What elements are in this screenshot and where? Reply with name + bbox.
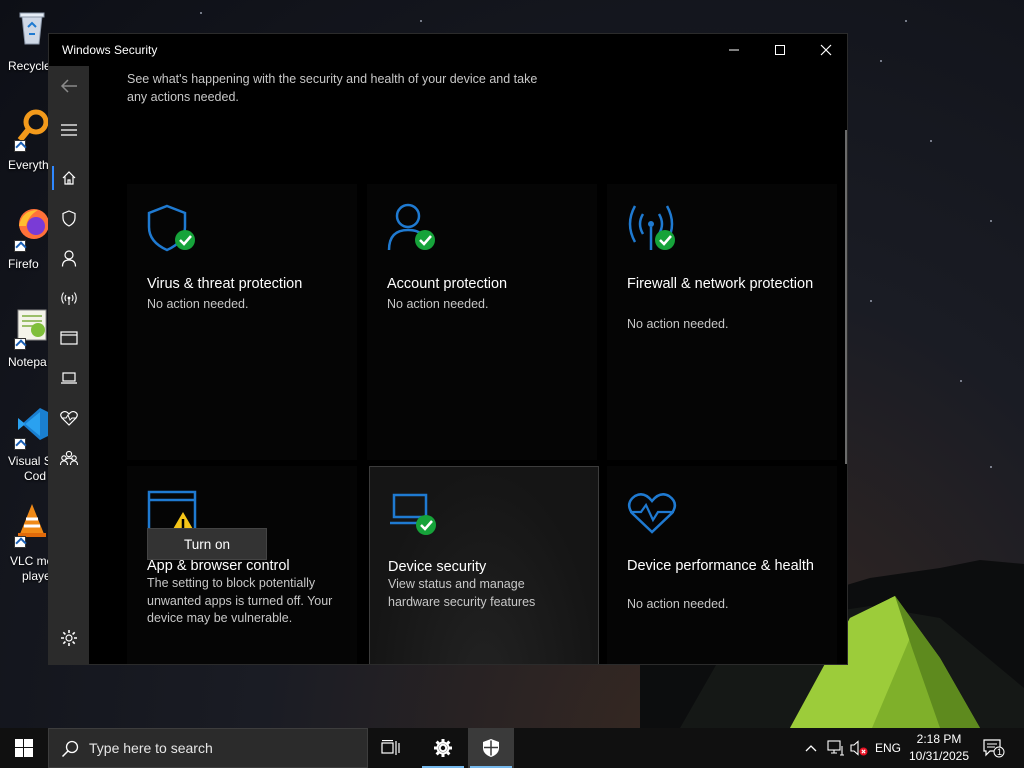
antenna-icon xyxy=(61,292,77,305)
settings-gear-icon xyxy=(434,739,452,757)
laptop-check-icon xyxy=(390,493,436,535)
start-button[interactable] xyxy=(0,728,48,768)
shield-check-icon xyxy=(147,204,195,252)
navigation-sidebar xyxy=(49,66,89,664)
minimize-icon xyxy=(729,49,739,51)
network-icon xyxy=(827,740,844,756)
tile-title: Account protection xyxy=(387,276,508,292)
task-view-icon xyxy=(381,740,400,755)
clock-time: 2:18 PM xyxy=(916,732,962,746)
nav-account-protection[interactable] xyxy=(49,238,89,278)
everything-search-icon xyxy=(17,109,49,142)
shortcut-arrow-icon xyxy=(14,240,26,252)
windows-logo-icon xyxy=(15,739,33,757)
back-arrow-icon xyxy=(60,79,77,93)
volume-muted-icon xyxy=(850,740,868,756)
nav-app-browser-control[interactable] xyxy=(49,318,89,358)
antenna-check-icon xyxy=(628,205,675,250)
page-description: See what's happening with the security a… xyxy=(127,72,538,104)
home-icon xyxy=(62,171,76,185)
tile-status: No action needed. xyxy=(387,297,489,311)
heart-icon xyxy=(60,410,78,426)
heart-pulse-icon xyxy=(627,493,677,534)
nav-settings[interactable] xyxy=(49,618,89,658)
nav-firewall-network-protection[interactable] xyxy=(49,278,89,318)
taskbar-windows-security-app[interactable] xyxy=(468,728,514,768)
turn-on-button[interactable]: Turn on xyxy=(147,528,267,560)
tile-firewall-network-protection[interactable]: Firewall & network protection No action … xyxy=(607,184,837,460)
gear-icon xyxy=(61,630,77,646)
windows-security-window: Windows Security See what's happening wi… xyxy=(48,33,848,665)
vscode-icon xyxy=(18,408,48,440)
vlc-icon xyxy=(18,504,46,537)
tile-status: View status and manage hardware security… xyxy=(388,577,536,609)
nav-family-options[interactable] xyxy=(49,438,89,478)
task-view-button[interactable] xyxy=(368,728,414,768)
tile-title: Device performance & health xyxy=(627,558,814,574)
laptop-icon xyxy=(61,372,77,384)
taskbar-clock[interactable]: 2:18 PM 10/31/2025 xyxy=(904,731,974,765)
title-bar[interactable]: Windows Security xyxy=(49,34,847,66)
tile-title: Device security xyxy=(388,559,487,575)
tile-virus-threat-protection[interactable]: Virus & threat protection No action need… xyxy=(127,184,357,460)
windows-security-shield-icon xyxy=(483,739,499,757)
shortcut-arrow-icon xyxy=(14,338,26,350)
shortcut-arrow-icon xyxy=(14,438,26,450)
tile-status: No action needed. xyxy=(627,317,729,331)
home-page: See what's happening with the security a… xyxy=(89,66,847,664)
search-placeholder: Type here to search xyxy=(89,740,213,756)
minimize-button[interactable] xyxy=(711,34,757,66)
person-check-icon xyxy=(387,203,435,251)
tile-device-security[interactable]: Device security View status and manage h… xyxy=(369,466,599,664)
scrollbar[interactable] xyxy=(845,130,847,464)
tile-status: No action needed. xyxy=(627,597,729,611)
tile-device-performance-health[interactable]: Device performance & health No action ne… xyxy=(607,466,837,664)
notification-count: 1 xyxy=(997,747,1003,757)
close-button[interactable] xyxy=(803,34,849,66)
tile-status: The setting to block potentially unwante… xyxy=(147,576,333,625)
tile-app-browser-control[interactable]: App & browser control The setting to blo… xyxy=(127,466,357,664)
maximize-button[interactable] xyxy=(757,34,803,66)
menu-button[interactable] xyxy=(49,110,89,150)
notepad-plus-plus-icon xyxy=(17,309,47,341)
show-hidden-icons-button[interactable] xyxy=(800,728,822,768)
shortcut-arrow-icon xyxy=(14,140,26,152)
browser-window-icon xyxy=(60,331,78,345)
search-icon xyxy=(61,740,79,758)
nav-virus-threat-protection[interactable] xyxy=(49,198,89,238)
clock-date: 10/31/2025 xyxy=(908,749,970,763)
input-language[interactable]: ENG xyxy=(872,728,904,768)
maximize-icon xyxy=(775,45,785,55)
window-title: Windows Security xyxy=(62,43,158,57)
recycle-bin-icon xyxy=(19,12,45,45)
firefox-icon xyxy=(19,209,49,239)
taskbar-settings-app[interactable] xyxy=(420,728,466,768)
close-icon xyxy=(820,44,832,56)
volume-status[interactable] xyxy=(848,728,870,768)
nav-device-performance-health[interactable] xyxy=(49,398,89,438)
shield-icon xyxy=(62,209,76,227)
action-center-button[interactable]: 1 xyxy=(978,728,1010,768)
person-icon xyxy=(61,249,77,267)
tile-title: Virus & threat protection xyxy=(147,276,303,292)
hamburger-icon xyxy=(61,124,77,136)
tile-title: Firewall & network protection xyxy=(627,276,814,292)
taskbar: Type here to search ENG 2:18 PM 10/31/20… xyxy=(0,728,1024,768)
back-button[interactable] xyxy=(49,66,89,106)
network-status[interactable] xyxy=(824,728,848,768)
nav-device-security[interactable] xyxy=(49,358,89,398)
nav-home[interactable] xyxy=(49,158,89,198)
family-icon xyxy=(60,450,78,466)
chevron-up-icon xyxy=(805,745,817,752)
shortcut-arrow-icon xyxy=(14,536,26,548)
tile-account-protection[interactable]: Account protection No action needed. xyxy=(367,184,597,460)
tile-status: No action needed. xyxy=(147,297,249,311)
taskbar-search-box[interactable]: Type here to search xyxy=(48,728,368,768)
